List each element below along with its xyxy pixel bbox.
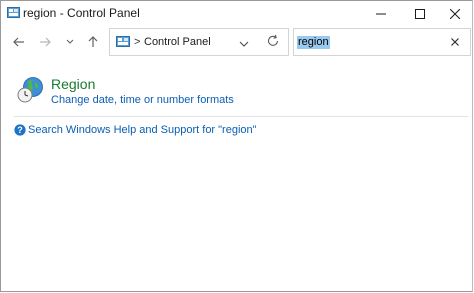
maximize-button[interactable]	[400, 1, 440, 27]
control-panel-icon	[7, 7, 20, 18]
up-arrow-icon	[88, 36, 98, 47]
control-panel-window: region - Control Panel > Control Panel r…	[0, 0, 473, 292]
control-panel-icon	[116, 36, 130, 47]
back-arrow-icon	[13, 37, 24, 47]
change-formats-link[interactable]: Change date, time or number formats	[51, 94, 234, 106]
address-bar[interactable]: > Control Panel	[109, 28, 289, 56]
close-icon[interactable]	[448, 35, 462, 49]
recent-locations-button[interactable]	[59, 31, 81, 53]
close-icon	[450, 9, 460, 19]
back-button[interactable]	[8, 31, 30, 53]
minimize-button[interactable]	[361, 1, 401, 27]
help-icon: ?	[14, 124, 26, 136]
refresh-icon[interactable]	[266, 34, 280, 48]
chevron-down-icon	[239, 41, 249, 47]
region-link[interactable]: Region	[51, 76, 95, 92]
search-box[interactable]: region	[293, 28, 471, 56]
globe-clock-icon[interactable]	[16, 76, 44, 104]
chevron-down-icon	[66, 39, 74, 44]
forward-button[interactable]	[34, 31, 56, 53]
breadcrumb-control-panel[interactable]: Control Panel	[144, 36, 211, 48]
forward-arrow-icon	[40, 37, 51, 47]
search-input[interactable]: region	[297, 36, 330, 49]
divider	[14, 116, 468, 117]
address-dropdown-button[interactable]	[239, 34, 253, 50]
window-title: region - Control Panel	[23, 6, 140, 20]
svg-text:?: ?	[17, 125, 23, 135]
minimize-icon	[376, 13, 386, 15]
close-button[interactable]	[435, 1, 474, 27]
up-button[interactable]	[82, 31, 104, 53]
maximize-icon	[415, 9, 425, 19]
search-help-link[interactable]: Search Windows Help and Support for "reg…	[28, 124, 257, 136]
title-bar: region - Control Panel	[1, 1, 472, 27]
breadcrumb-separator: >	[134, 36, 141, 48]
